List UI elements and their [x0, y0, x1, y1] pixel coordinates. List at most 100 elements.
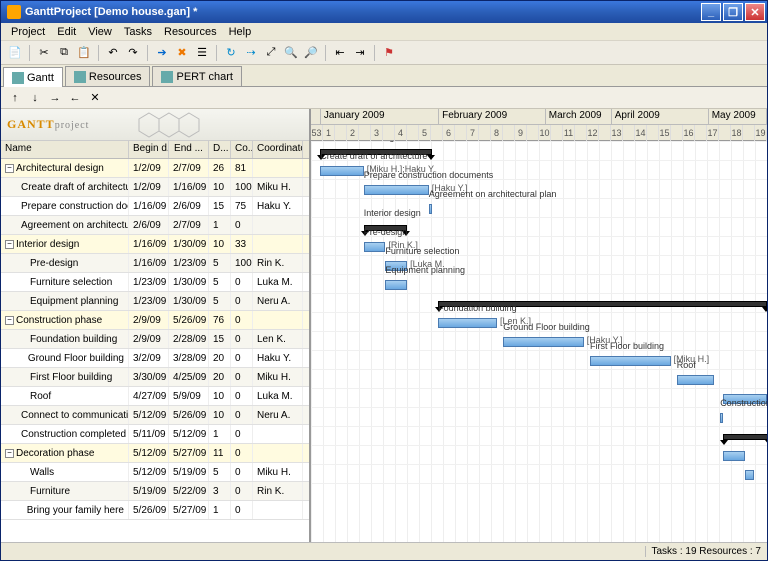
- cell-comp[interactable]: 0: [231, 330, 253, 348]
- cell-coord[interactable]: [253, 311, 303, 329]
- cell-coord[interactable]: Miku H.: [253, 178, 303, 196]
- cell-end[interactable]: 5/12/09: [169, 425, 209, 443]
- cell-end[interactable]: 1/16/09: [169, 178, 209, 196]
- task-bar[interactable]: [677, 375, 714, 385]
- task-row[interactable]: Construction completed5/11/095/12/0910: [1, 425, 309, 444]
- close-button[interactable]: ✕: [745, 3, 765, 21]
- cell-comp[interactable]: 100: [231, 254, 253, 272]
- unlink-icon[interactable]: ✕: [86, 89, 104, 107]
- cell-end[interactable]: 4/25/09: [169, 368, 209, 386]
- task-name-cell[interactable]: Agreement on architectural plan: [1, 216, 129, 234]
- task-row[interactable]: Equipment planning1/23/091/30/0950Neru A…: [1, 292, 309, 311]
- cell-coord[interactable]: Len K.: [253, 330, 303, 348]
- cell-coord[interactable]: Miku H.: [253, 368, 303, 386]
- cell-comp[interactable]: 33: [231, 235, 253, 253]
- summary-bar[interactable]: [723, 434, 767, 440]
- cell-begin[interactable]: 2/9/09: [129, 330, 169, 348]
- task-bar[interactable]: [364, 185, 429, 195]
- task-name-cell[interactable]: Ground Floor building: [1, 349, 129, 367]
- cell-coord[interactable]: [253, 501, 303, 519]
- cell-end[interactable]: 1/30/09: [169, 235, 209, 253]
- cell-comp[interactable]: 0: [231, 216, 253, 234]
- cell-comp[interactable]: 0: [231, 501, 253, 519]
- cell-end[interactable]: 5/26/09: [169, 406, 209, 424]
- task-name-cell[interactable]: Prepare construction documents: [1, 197, 129, 215]
- cell-coord[interactable]: Haku Y.: [253, 349, 303, 367]
- task-name-cell[interactable]: Foundation building: [1, 330, 129, 348]
- task-row[interactable]: Agreement on architectural plan2/6/092/7…: [1, 216, 309, 235]
- cell-end[interactable]: 5/9/09: [169, 387, 209, 405]
- paste-icon[interactable]: 📋: [75, 44, 93, 62]
- cell-coord[interactable]: Rin K.: [253, 254, 303, 272]
- arrow-right-icon[interactable]: ➔: [153, 44, 171, 62]
- cell-end[interactable]: 2/7/09: [169, 216, 209, 234]
- cell-begin[interactable]: 1/2/09: [129, 178, 169, 196]
- cell-comp[interactable]: 0: [231, 292, 253, 310]
- cell-end[interactable]: 5/27/09: [169, 444, 209, 462]
- cell-comp[interactable]: 75: [231, 197, 253, 215]
- col-header-duration[interactable]: D...: [209, 141, 231, 158]
- cell-comp[interactable]: 0: [231, 368, 253, 386]
- task-row[interactable]: Connect to communications5/12/095/26/091…: [1, 406, 309, 425]
- cell-end[interactable]: 5/27/09: [169, 501, 209, 519]
- task-row[interactable]: −Interior design1/16/091/30/091033: [1, 235, 309, 254]
- task-bar[interactable]: [438, 318, 497, 328]
- cell-dur[interactable]: 5: [209, 463, 231, 481]
- cell-dur[interactable]: 76: [209, 311, 231, 329]
- cell-dur[interactable]: 20: [209, 368, 231, 386]
- task-row[interactable]: Pre-design1/16/091/23/095100Rin K.: [1, 254, 309, 273]
- cell-comp[interactable]: 0: [231, 425, 253, 443]
- cell-begin[interactable]: 1/16/09: [129, 197, 169, 215]
- cell-end[interactable]: 1/30/09: [169, 273, 209, 291]
- cell-dur[interactable]: 5: [209, 273, 231, 291]
- cell-end[interactable]: 3/28/09: [169, 349, 209, 367]
- cell-end[interactable]: 5/22/09: [169, 482, 209, 500]
- cell-dur[interactable]: 3: [209, 482, 231, 500]
- task-name-cell[interactable]: Create draft of architecture: [1, 178, 129, 196]
- col-header-begin[interactable]: Begin d...: [129, 141, 169, 158]
- cell-dur[interactable]: 10: [209, 406, 231, 424]
- cell-comp[interactable]: 0: [231, 387, 253, 405]
- task-bar[interactable]: [745, 470, 754, 480]
- task-name-cell[interactable]: −Construction phase: [1, 311, 129, 329]
- task-name-cell[interactable]: Equipment planning: [1, 292, 129, 310]
- delete-icon[interactable]: ✖: [173, 44, 191, 62]
- critical-path-icon[interactable]: ⚑: [380, 44, 398, 62]
- task-bar[interactable]: [503, 337, 584, 347]
- col-header-end[interactable]: End ...: [169, 141, 209, 158]
- task-row[interactable]: Foundation building2/9/092/28/09150Len K…: [1, 330, 309, 349]
- expander-icon[interactable]: −: [5, 240, 14, 249]
- tab-gantt[interactable]: Gantt: [3, 67, 63, 87]
- zoom-in-icon[interactable]: 🔍: [282, 44, 300, 62]
- cell-end[interactable]: 2/28/09: [169, 330, 209, 348]
- cell-dur[interactable]: 5: [209, 254, 231, 272]
- task-row[interactable]: Ground Floor building3/2/093/28/09200Hak…: [1, 349, 309, 368]
- task-name-cell[interactable]: Furniture: [1, 482, 129, 500]
- task-name-cell[interactable]: Pre-design: [1, 254, 129, 272]
- outdent-task-icon[interactable]: ←: [66, 89, 84, 107]
- cell-dur[interactable]: 10: [209, 235, 231, 253]
- cell-begin[interactable]: 1/16/09: [129, 235, 169, 253]
- menu-project[interactable]: Project: [5, 25, 51, 39]
- cell-coord[interactable]: [253, 444, 303, 462]
- cell-coord[interactable]: [253, 235, 303, 253]
- zoom-fit-icon[interactable]: ⤢: [262, 44, 280, 62]
- cell-coord[interactable]: Neru A.: [253, 292, 303, 310]
- task-row[interactable]: −Decoration phase5/12/095/27/09110: [1, 444, 309, 463]
- task-row[interactable]: Furniture selection1/23/091/30/0950Luka …: [1, 273, 309, 292]
- cell-begin[interactable]: 2/9/09: [129, 311, 169, 329]
- task-name-cell[interactable]: Construction completed: [1, 425, 129, 443]
- cell-dur[interactable]: 15: [209, 197, 231, 215]
- cell-coord[interactable]: Neru A.: [253, 406, 303, 424]
- task-row[interactable]: Roof4/27/095/9/09100Luka M.: [1, 387, 309, 406]
- cell-coord[interactable]: [253, 425, 303, 443]
- cell-dur[interactable]: 26: [209, 159, 231, 177]
- cell-end[interactable]: 2/6/09: [169, 197, 209, 215]
- task-row[interactable]: Prepare construction documents1/16/092/6…: [1, 197, 309, 216]
- menu-tasks[interactable]: Tasks: [118, 25, 158, 39]
- redo-icon[interactable]: ↷: [124, 44, 142, 62]
- cell-coord[interactable]: [253, 216, 303, 234]
- cell-dur[interactable]: 1: [209, 501, 231, 519]
- undo-icon[interactable]: ↶: [104, 44, 122, 62]
- cell-comp[interactable]: 0: [231, 406, 253, 424]
